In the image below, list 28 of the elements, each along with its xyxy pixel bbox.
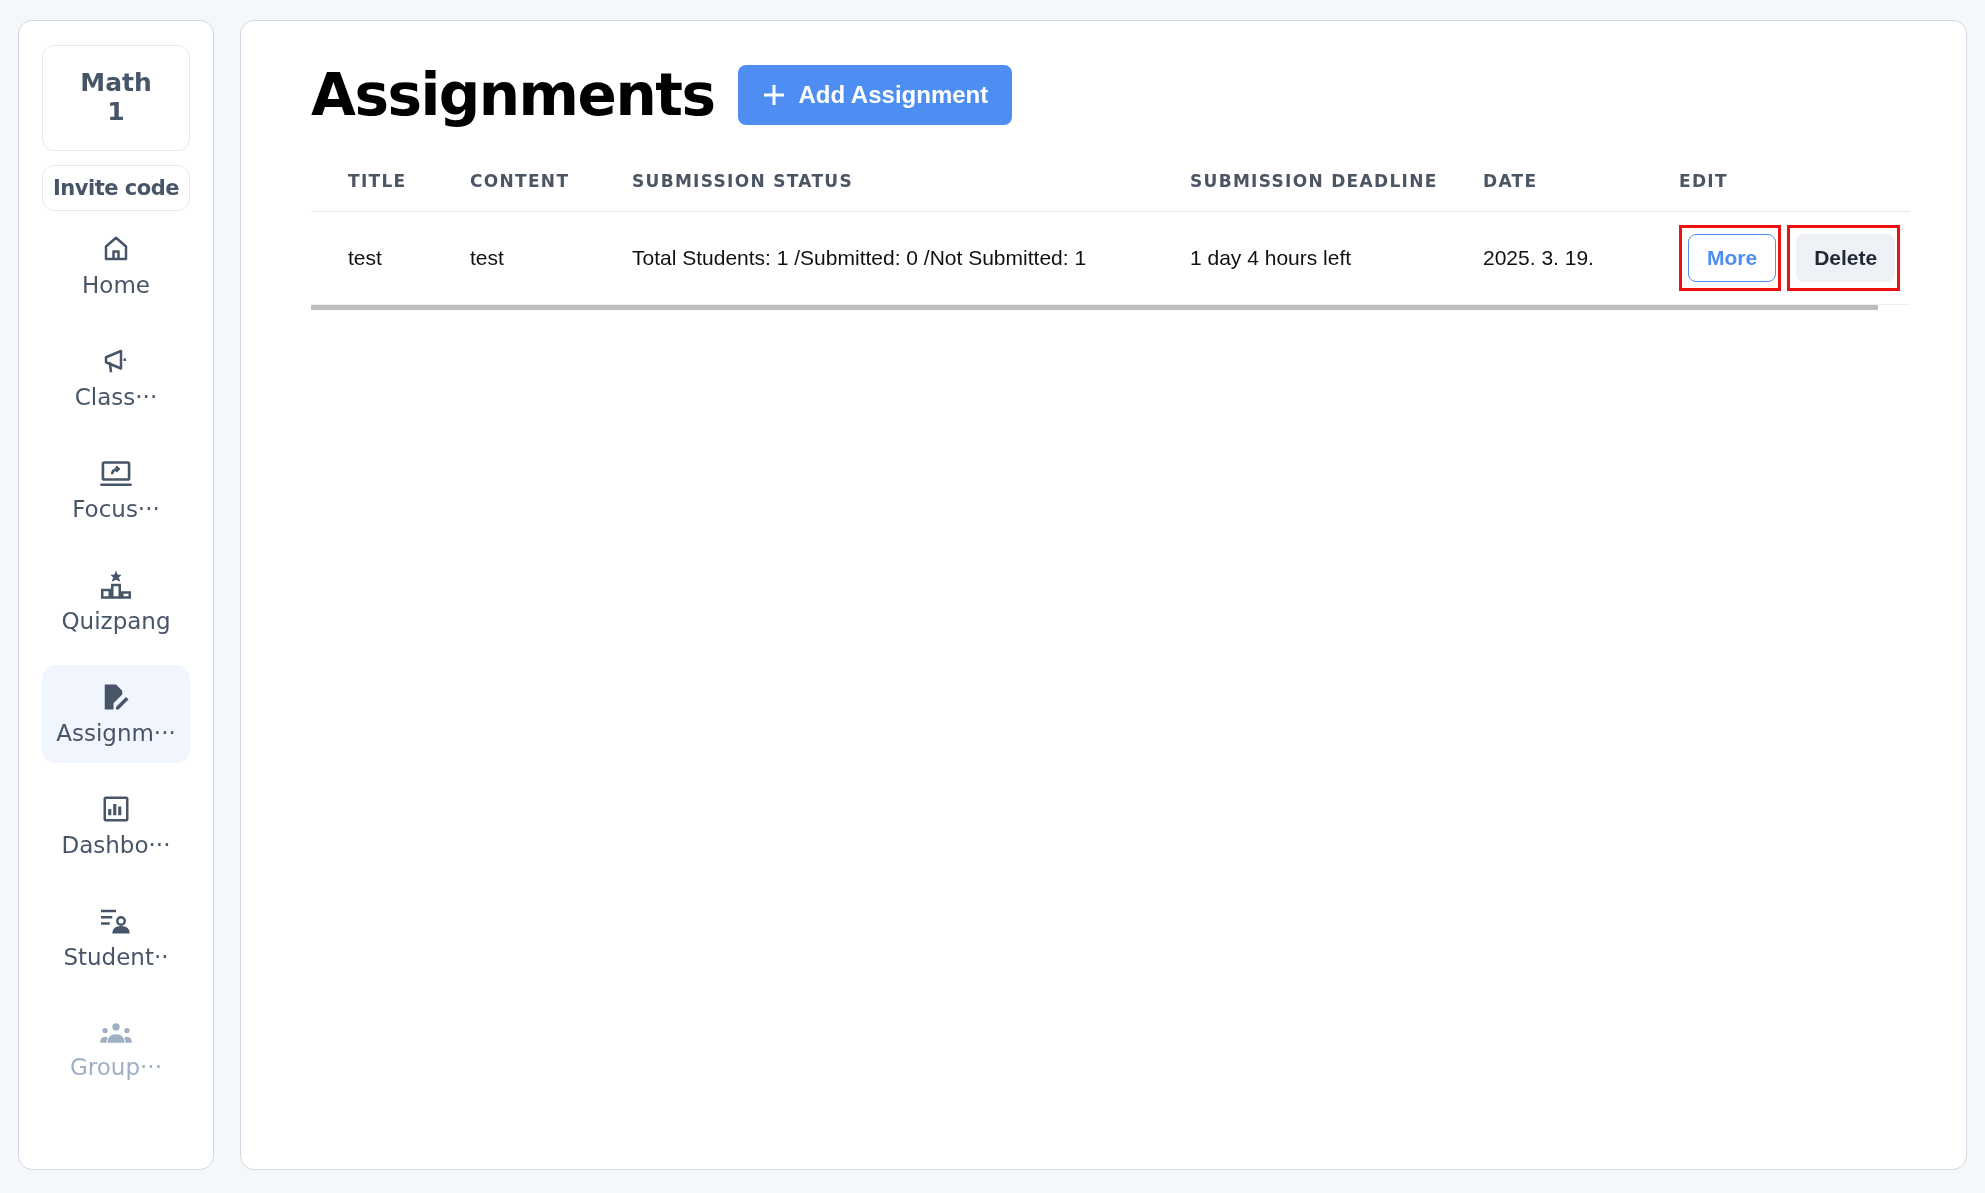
laptop-icon bbox=[99, 458, 133, 488]
delete-button[interactable]: Delete bbox=[1796, 234, 1896, 282]
sidebar-item[interactable]: Quizpang bbox=[42, 553, 190, 651]
column-header: SUBMISSION STATUS bbox=[632, 171, 854, 191]
column-header: CONTENT bbox=[470, 171, 571, 191]
sidebar-item[interactable]: Class··· bbox=[42, 329, 190, 427]
page-title: Assignments bbox=[311, 61, 715, 129]
table-cell-text: 2025. 3. 19. bbox=[1483, 246, 1595, 270]
invite-code-button[interactable]: Invite code bbox=[42, 165, 190, 211]
plus-icon bbox=[762, 83, 787, 107]
column-header: SUBMISSION DEADLINE bbox=[1190, 171, 1439, 191]
column-header: DATE bbox=[1483, 171, 1539, 191]
sidebar-item[interactable]: Student·· bbox=[42, 889, 190, 987]
column-header: EDIT bbox=[1679, 171, 1729, 191]
table-cell-text: 1 day 4 hours left bbox=[1190, 246, 1353, 270]
sidebar-item[interactable]: Focus··· bbox=[42, 441, 190, 539]
group-icon bbox=[99, 1020, 133, 1046]
sidebar-item[interactable]: Assignm··· bbox=[42, 665, 190, 763]
class-name: Math 1 bbox=[42, 45, 190, 151]
column-header: TITLE bbox=[347, 171, 408, 191]
bar-chart-icon bbox=[101, 794, 131, 824]
table-cell-text: test bbox=[347, 246, 383, 270]
scrollbar[interactable] bbox=[311, 305, 1878, 310]
sidebar-item[interactable]: Home bbox=[42, 217, 190, 315]
table-cell-text: Total Students: 1 /Submitted: 0 /Not Submitted: 1 bbox=[632, 246, 1088, 270]
sidebar-item[interactable]: Dashbo··· bbox=[42, 777, 190, 875]
table-cell-text: test bbox=[470, 246, 505, 270]
podium-icon bbox=[99, 570, 133, 600]
